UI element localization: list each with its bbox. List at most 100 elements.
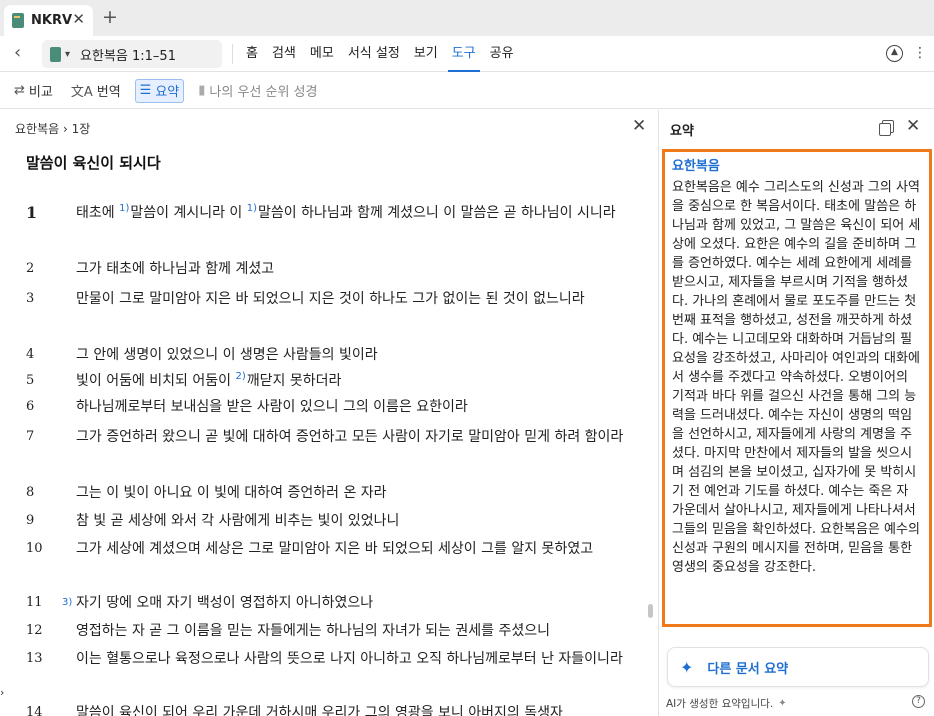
priority-bible-label: 나의 우선 순위 성경 <box>209 85 318 100</box>
verse-text: 그가 태초에 하나님과 함께 계셨고 <box>76 261 275 277</box>
verse[interactable]: 4 그 안에 생명이 있었으니 이 생명은 사람들의 빛이라 <box>0 342 650 368</box>
bible-text-pane: 요한복음 › 1장 ✕ 말씀이 육신이 되시다 1 태초에 1)말씀이 계시니라… <box>0 110 658 716</box>
verse-text: 하나님께로부터 보내심을 받은 사람이 있으니 그의 이름은 요한이라 <box>76 399 468 415</box>
translate-button[interactable]: 文A 번역 <box>67 79 125 103</box>
translate-icon: 文A <box>70 85 93 100</box>
verse[interactable]: 6 하나님께로부터 보내심을 받은 사람이 있으니 그의 이름은 요한이라 <box>0 394 650 420</box>
verse[interactable]: 14 말씀이 육신이 되어 우리 가운데 거하시매 우리가 그의 영광을 보니 … <box>0 700 650 716</box>
menu-bar: 홈 검색 메모 서식 설정 보기 도구 공유 <box>232 36 521 72</box>
verse-number: 6 <box>26 399 35 414</box>
verse[interactable]: 9 참 빛 곧 세상에 와서 각 사람에게 비추는 빛이 있었나니 <box>0 508 650 534</box>
verse[interactable]: 7 그가 증언하러 왔으니 곧 빛에 대하여 증언하고 모든 사람이 자기로 말… <box>0 424 650 476</box>
verse-number: 14 <box>26 705 43 716</box>
verse-number: 13 <box>26 651 43 666</box>
footnote-marker[interactable]: 1) <box>247 203 257 214</box>
help-icon[interactable]: ? <box>912 695 925 708</box>
footnote-marker[interactable]: 2) <box>235 371 245 382</box>
breadcrumb[interactable]: 요한복음 › 1장 <box>15 120 90 137</box>
collapse-up-icon[interactable]: ▲ <box>886 45 903 62</box>
verse-number: 3 <box>26 291 35 306</box>
verse-number: 1 <box>26 203 38 222</box>
verse-number: 10 <box>26 541 43 556</box>
verse-text: 그가 세상에 계셨으며 세상은 그로 말미암아 지은 바 되었으되 세상이 그를… <box>76 541 594 557</box>
bookmark-icon: ▮ <box>198 83 206 98</box>
sparkle-icon: ✦ <box>680 657 694 677</box>
summary-pane-title: 요약 <box>670 124 694 139</box>
verse-text: 태초에 1)말씀이 계시니라 이 1)말씀이 하나님과 함께 계셨으니 이 말씀… <box>76 203 616 221</box>
divider <box>232 44 233 64</box>
summary-icon: ☰ <box>139 83 152 98</box>
verse-text: 이는 혈통으로나 육정으로나 사람의 뜻으로 나지 아니하고 오직 하나님께로부… <box>76 651 623 667</box>
section-heading: 말씀이 육신이 되시다 <box>26 154 161 172</box>
back-button[interactable]: ‹ <box>14 44 21 62</box>
main-toolbar: ‹ ▾ 요한복음 1:1–51 홈 검색 메모 서식 설정 보기 도구 공유 ▲… <box>0 36 934 72</box>
compare-label: 비교 <box>28 85 53 100</box>
verse[interactable]: 12 영접하는 자 곧 그 이름을 믿는 자들에게는 하나님의 자녀가 되는 권… <box>0 618 650 644</box>
verse[interactable]: 11 3) 자기 땅에 오매 자기 백성이 영접하지 아니하였으나 <box>0 590 650 616</box>
verse-text: 그가 증언하러 왔으니 곧 빛에 대하여 증언하고 모든 사람이 자기로 말미암… <box>76 429 624 445</box>
scrollbar-thumb[interactable] <box>648 604 653 618</box>
verse[interactable]: 1 태초에 1)말씀이 계시니라 이 1)말씀이 하나님과 함께 계셨으니 이 … <box>0 200 650 252</box>
verse-text: 빛이 어둠에 비치되 어둠이 2)깨닫지 못하더라 <box>76 371 342 389</box>
verse-text: 만물이 그로 말미암아 지은 바 되었으니 지은 것이 하나도 그가 없이는 된… <box>76 291 585 307</box>
menu-tools[interactable]: 도구 <box>445 36 483 72</box>
close-tab-icon[interactable]: ✕ <box>72 12 85 27</box>
verse[interactable]: 3 만물이 그로 말미암아 지은 바 되었으니 지은 것이 하나도 그가 없이는… <box>0 286 650 338</box>
footnote-marker[interactable]: 1) <box>119 203 129 214</box>
more-options-icon[interactable]: ⋮ <box>913 45 927 62</box>
footnote-marker[interactable]: 3) <box>62 590 72 616</box>
summary-text: 요한복음은 예수 그리스도의 신성과 그의 사역을 중심으로 한 복음서이다. … <box>672 180 921 575</box>
menu-notes[interactable]: 메모 <box>303 36 341 72</box>
other-document-summary-label: 다른 문서 요약 <box>707 661 789 677</box>
verse[interactable]: 2 그가 태초에 하나님과 함께 계셨고 <box>0 256 650 282</box>
verse-list: 1 태초에 1)말씀이 계시니라 이 1)말씀이 하나님과 함께 계셨으니 이 … <box>0 200 650 716</box>
verse-text: 말씀이 육신이 되어 우리 가운데 거하시매 우리가 그의 영광을 보니 아버지… <box>76 705 563 716</box>
verse-number: 7 <box>26 429 35 444</box>
close-pane-icon[interactable]: ✕ <box>632 118 646 135</box>
close-summary-icon[interactable]: ✕ <box>906 118 920 135</box>
verse-text: 참 빛 곧 세상에 와서 각 사람에게 비추는 빛이 있었나니 <box>76 513 400 529</box>
reference-selector[interactable]: ▾ 요한복음 1:1–51 <box>42 40 222 68</box>
verse-text: 그 안에 생명이 있었으니 이 생명은 사람들의 빛이라 <box>76 347 378 363</box>
menu-home[interactable]: 홈 <box>239 36 265 72</box>
other-document-summary-button[interactable]: ✦ 다른 문서 요약 <box>667 647 929 687</box>
verse[interactable]: 5 빛이 어둠에 비치되 어둠이 2)깨닫지 못하더라 <box>0 368 650 394</box>
compare-button[interactable]: ⇄ 비교 <box>10 79 57 103</box>
summary-book-title: 요한복음 <box>672 159 720 174</box>
menu-view[interactable]: 보기 <box>407 36 445 72</box>
tab-bar: NKRV ✕ + <box>0 0 934 36</box>
ai-disclaimer: AI가 생성한 요약입니다. ✦ <box>666 696 787 711</box>
ai-disclaimer-text: AI가 생성한 요약입니다. <box>666 698 774 710</box>
chevron-down-icon: ▾ <box>65 48 71 60</box>
verse-text: 그는 이 빛이 아니요 이 빛에 대하여 증언하러 온 자라 <box>76 485 387 501</box>
compare-arrows-icon: ⇄ <box>14 83 25 98</box>
verse[interactable]: 13 이는 혈통으로나 육정으로나 사람의 뜻으로 나지 아니하고 오직 하나님… <box>0 646 650 698</box>
copy-icon[interactable] <box>879 120 894 136</box>
book-icon <box>50 46 61 62</box>
verse[interactable]: 8 그는 이 빛이 아니요 이 빛에 대하여 증언하러 온 자라 <box>0 480 650 506</box>
verse-number: 12 <box>26 623 43 638</box>
menu-share[interactable]: 공유 <box>483 36 521 72</box>
new-tab-button[interactable]: + <box>102 7 118 27</box>
menu-search[interactable]: 검색 <box>265 36 303 72</box>
priority-bible-button[interactable]: ▮ 나의 우선 순위 성경 <box>194 79 321 103</box>
summary-box: 요한복음 요한복음은 예수 그리스도의 신성과 그의 사역을 중심으로 한 복음… <box>662 149 932 627</box>
book-icon <box>12 13 24 28</box>
reference-text: 요한복음 1:1–51 <box>80 48 176 64</box>
verse-number: 8 <box>26 485 35 500</box>
document-tab[interactable]: NKRV ✕ <box>4 5 93 36</box>
translate-label: 번역 <box>96 85 121 100</box>
verse-number: 5 <box>26 373 35 388</box>
tab-label: NKRV <box>31 13 73 28</box>
tools-toolbar: ⇄ 비교 文A 번역 ☰ 요약 ▮ 나의 우선 순위 성경 <box>0 73 934 109</box>
verse-number: 11 <box>26 595 43 610</box>
menu-format[interactable]: 서식 설정 <box>341 36 407 72</box>
verse[interactable]: 10 그가 세상에 계셨으며 세상은 그로 말미암아 지은 바 되었으되 세상이… <box>0 536 650 588</box>
verse-number: 4 <box>26 347 35 362</box>
chevron-right-icon[interactable]: › <box>0 686 4 699</box>
verse-text: 자기 땅에 오매 자기 백성이 영접하지 아니하였으나 <box>76 595 374 611</box>
verse-number: 9 <box>26 513 35 528</box>
sparkle-icon: ✦ <box>778 698 787 709</box>
summary-button[interactable]: ☰ 요약 <box>134 78 185 103</box>
verse-number: 2 <box>26 261 35 276</box>
